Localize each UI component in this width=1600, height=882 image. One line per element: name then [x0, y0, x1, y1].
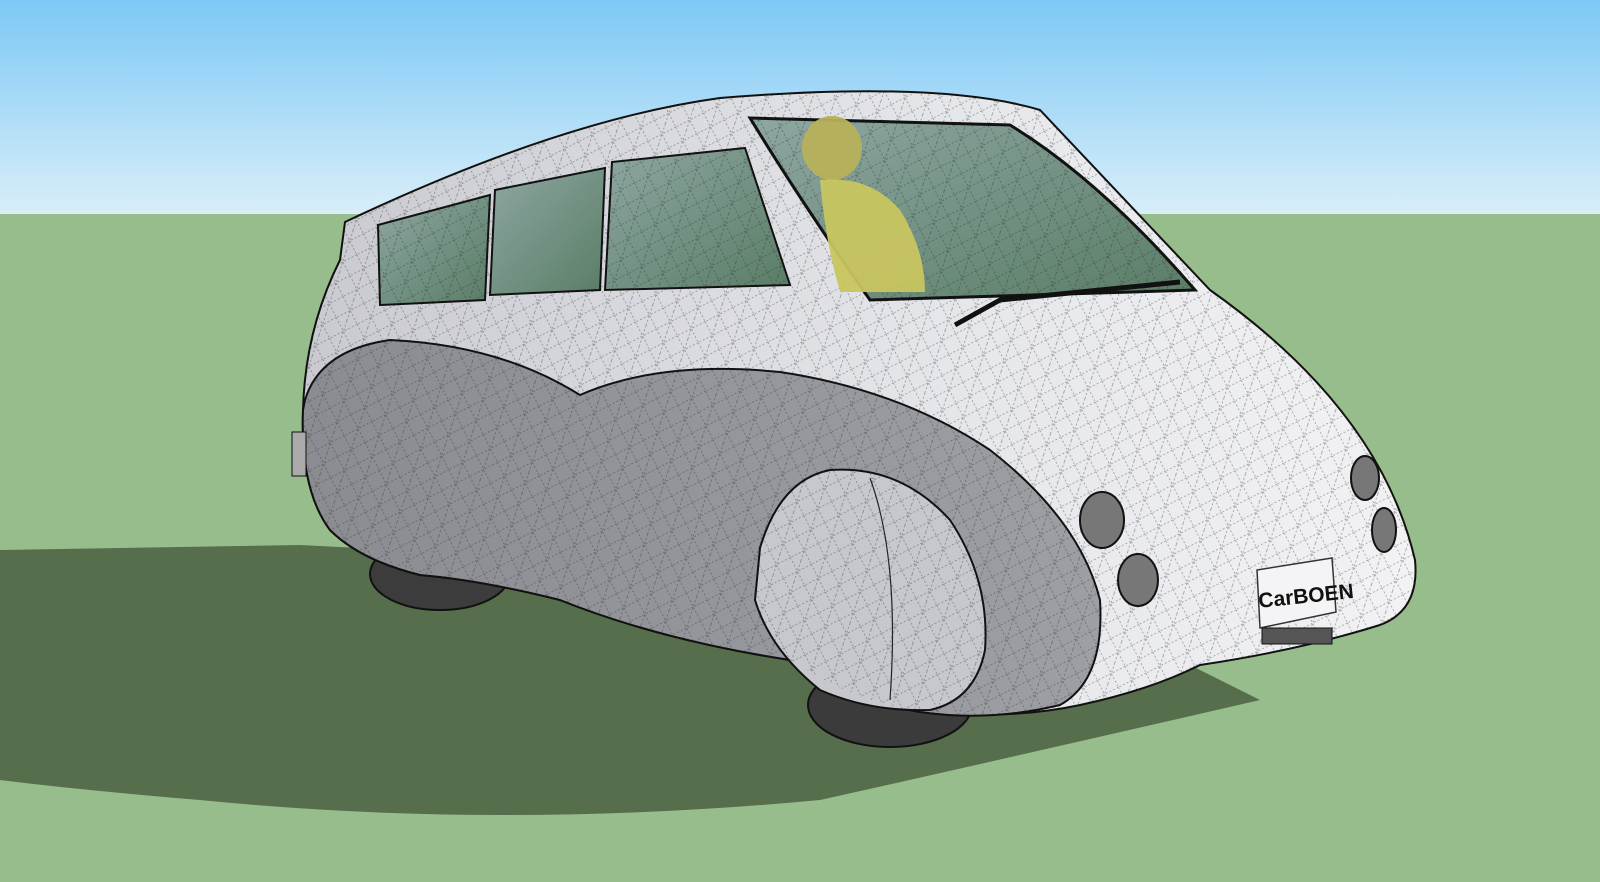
3d-scene[interactable]: CarBOEN	[0, 0, 1600, 882]
modeling-viewport[interactable]: CarBOEN	[0, 0, 1600, 882]
